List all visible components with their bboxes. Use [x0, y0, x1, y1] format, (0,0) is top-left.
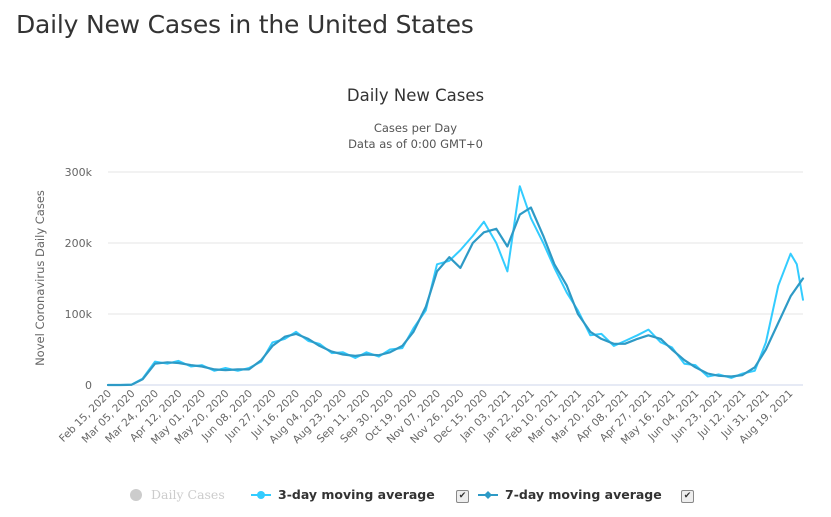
- gridlines: [108, 171, 803, 386]
- series-line-7-day-moving-average: [106, 206, 805, 387]
- y-tick-label: 0: [85, 379, 92, 392]
- series-group: [106, 185, 805, 387]
- y-axis-ticks: 0 100k 200k 300k: [65, 166, 93, 392]
- legend-label: Daily Cases: [151, 487, 225, 502]
- legend-label: 3-day moving average: [278, 487, 435, 502]
- legend-item-3-day-average[interactable]: 3-day moving average: [250, 487, 435, 502]
- legend-label: 7-day moving average: [505, 487, 662, 502]
- y-tick-label: 200k: [65, 237, 93, 250]
- y-tick-label: 100k: [65, 308, 93, 321]
- y-axis-label: Novel Coronavirus Daily Cases: [33, 190, 47, 366]
- legend-item-7-day-average[interactable]: 7-day moving average: [477, 487, 662, 502]
- legend: Daily Cases 3-day moving average ✔ 7-day…: [0, 487, 831, 507]
- y-tick-label: 300k: [65, 166, 93, 179]
- checkbox-3-day-average[interactable]: ✔: [456, 490, 469, 503]
- x-axis-ticks: Feb 15, 2020Mar 05, 2020Mar 24, 2020Apr …: [57, 388, 795, 447]
- line-diamond-icon: [251, 490, 271, 499]
- chart-plot: 0 100k 200k 300k Feb 15, 2020Mar 05, 2020Ma…: [33, 166, 805, 447]
- series-line-3-day-moving-average: [107, 185, 804, 386]
- circle-icon: [130, 488, 142, 501]
- line-diamond-icon: [478, 490, 498, 499]
- checkbox-7-day-average[interactable]: ✔: [681, 490, 694, 503]
- legend-item-daily-cases[interactable]: Daily Cases: [130, 487, 225, 502]
